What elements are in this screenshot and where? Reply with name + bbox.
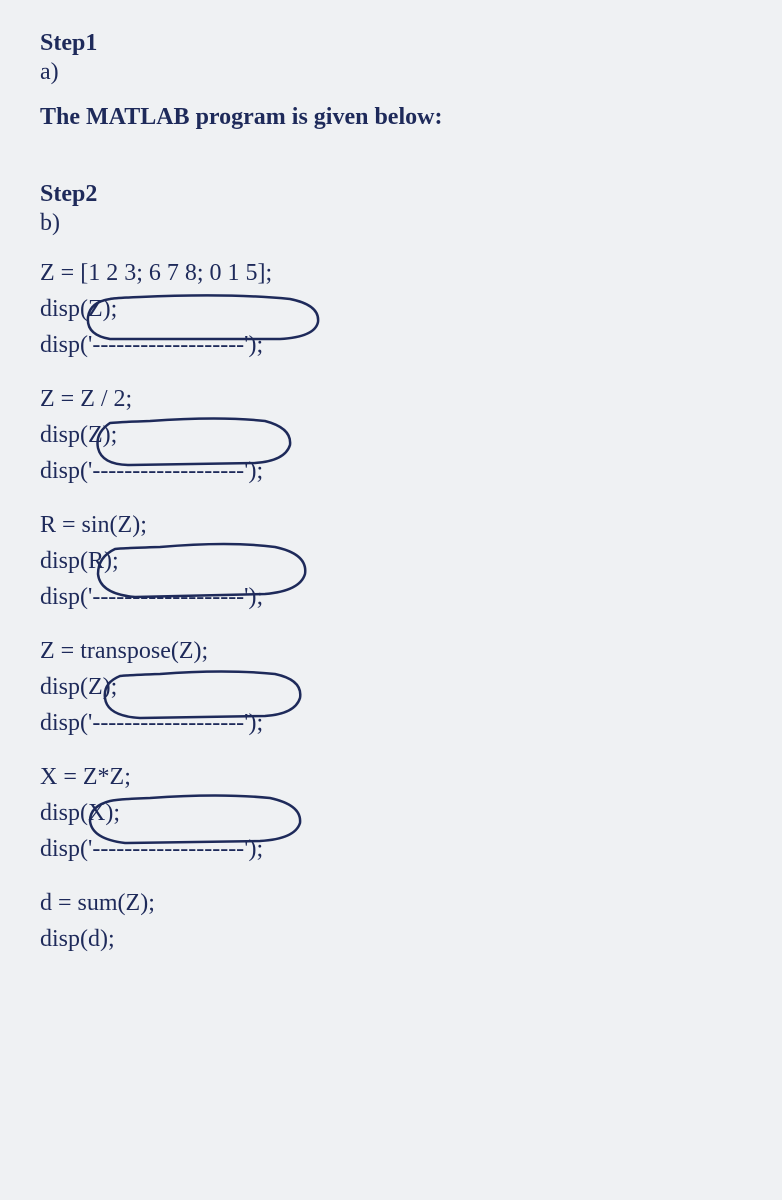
code-group-4: Z = transpose(Z); disp(Z); disp('-------…: [40, 633, 742, 741]
code-line: X = Z*Z;: [40, 759, 742, 795]
step2-heading: Step2: [40, 181, 742, 208]
code-line: disp(Z);: [40, 669, 742, 705]
step2-section: Step2 b): [40, 181, 742, 237]
code-line: disp('-------------------');: [40, 453, 742, 489]
code-line: disp('-------------------');: [40, 705, 742, 741]
step2-sub: b): [40, 210, 742, 237]
program-title: The MATLAB program is given below:: [40, 104, 742, 131]
code-group-5: X = Z*Z; disp(X); disp('----------------…: [40, 759, 742, 867]
code-line: R = sin(Z);: [40, 507, 742, 543]
code-line: d = sum(Z);: [40, 885, 742, 921]
code-line: Z = [1 2 3; 6 7 8; 0 1 5];: [40, 255, 742, 291]
code-line: Z = transpose(Z);: [40, 633, 742, 669]
code-line: disp('-------------------');: [40, 579, 742, 615]
code-group-3: R = sin(Z); disp(R); disp('-------------…: [40, 507, 742, 615]
code-line: disp(Z);: [40, 291, 742, 327]
code-line: disp(X);: [40, 795, 742, 831]
code-line: disp('-------------------');: [40, 831, 742, 867]
code-line: disp('-------------------');: [40, 327, 742, 363]
step1-section: Step1 a) The MATLAB program is given bel…: [40, 30, 742, 131]
code-line: disp(d);: [40, 921, 742, 957]
code-line: disp(Z);: [40, 417, 742, 453]
code-block: Z = [1 2 3; 6 7 8; 0 1 5]; disp(Z); disp…: [40, 255, 742, 957]
step1-heading: Step1: [40, 30, 742, 57]
step1-sub: a): [40, 59, 742, 86]
code-line: disp(R);: [40, 543, 742, 579]
code-line: Z = Z / 2;: [40, 381, 742, 417]
code-group-1: Z = [1 2 3; 6 7 8; 0 1 5]; disp(Z); disp…: [40, 255, 742, 363]
code-group-2: Z = Z / 2; disp(Z); disp('--------------…: [40, 381, 742, 489]
code-group-6: d = sum(Z); disp(d);: [40, 885, 742, 957]
